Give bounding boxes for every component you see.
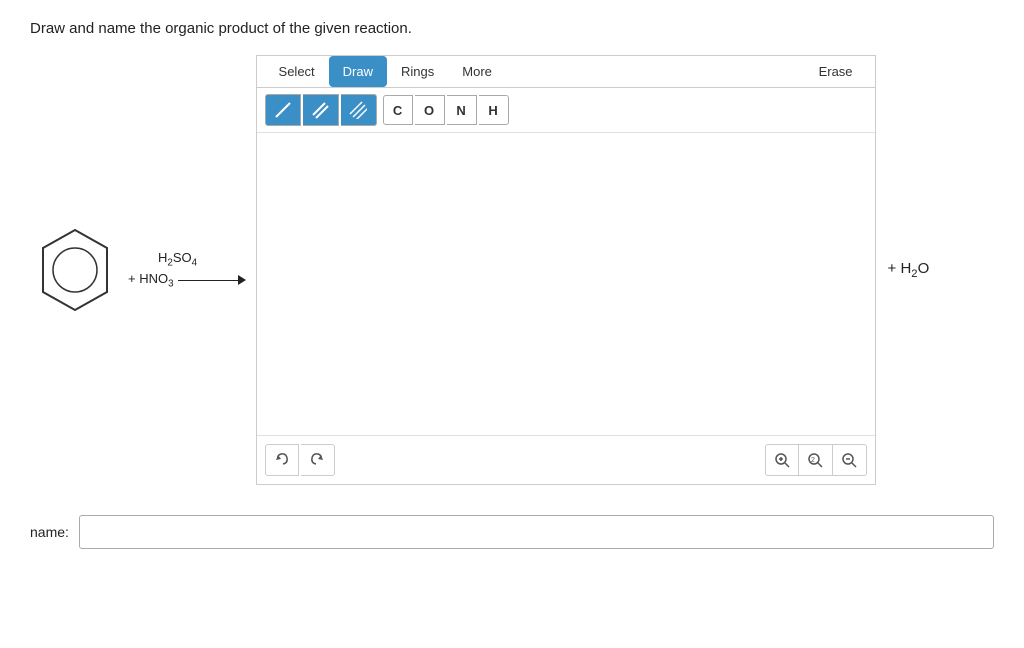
- triple-bond-icon: [349, 101, 367, 119]
- drawing-canvas[interactable]: [257, 133, 875, 435]
- reagent-above: H2SO4: [158, 250, 197, 269]
- single-bond-icon: [274, 101, 292, 119]
- zoom-out-icon: [840, 451, 858, 469]
- reaction-arrow: [178, 275, 246, 285]
- oxygen-button[interactable]: O: [415, 95, 445, 125]
- double-bond-icon: [311, 101, 329, 119]
- nitrogen-button[interactable]: N: [447, 95, 477, 125]
- draw-panel: Select Draw Rings More Erase: [256, 55, 876, 485]
- redo-button[interactable]: [301, 444, 335, 476]
- erase-button[interactable]: Erase: [805, 56, 867, 87]
- svg-text:2: 2: [811, 457, 815, 464]
- more-button[interactable]: More: [448, 56, 506, 87]
- name-label: name:: [30, 524, 69, 540]
- triple-bond-button[interactable]: [341, 94, 377, 126]
- reagent-below: + HNO3: [128, 271, 174, 290]
- history-controls: [265, 444, 335, 476]
- double-bond-button[interactable]: [303, 94, 339, 126]
- instruction-text: Draw and name the organic product of the…: [30, 20, 994, 37]
- zoom-reset-button[interactable]: 2: [799, 444, 833, 476]
- zoom-reset-icon: 2: [806, 451, 824, 469]
- undo-icon: [273, 451, 291, 469]
- benzene-svg: [35, 225, 115, 315]
- draw-button[interactable]: Draw: [329, 56, 387, 87]
- rings-button[interactable]: Rings: [387, 56, 448, 87]
- product-label: + H2O: [888, 260, 930, 280]
- zoom-in-icon: [773, 451, 791, 469]
- select-button[interactable]: Select: [265, 56, 329, 87]
- hydrogen-button[interactable]: H: [479, 95, 509, 125]
- undo-button[interactable]: [265, 444, 299, 476]
- name-row: name:: [30, 515, 994, 549]
- single-bond-button[interactable]: [265, 94, 301, 126]
- name-input[interactable]: [79, 515, 994, 549]
- redo-icon: [308, 451, 326, 469]
- zoom-out-button[interactable]: [833, 444, 867, 476]
- zoom-controls: 2: [765, 444, 867, 476]
- toolbar-top: Select Draw Rings More Erase: [257, 56, 875, 88]
- main-layout: H2SO4 + HNO3 Select Draw Rings More Eras…: [30, 55, 994, 485]
- reaction-area: H2SO4 + HNO3: [30, 225, 246, 315]
- toolbar-second: C O N H: [257, 88, 875, 133]
- toolbar-bottom: 2: [257, 435, 875, 484]
- benzene-structure: [30, 225, 120, 315]
- carbon-button[interactable]: C: [383, 95, 413, 125]
- zoom-in-button[interactable]: [765, 444, 799, 476]
